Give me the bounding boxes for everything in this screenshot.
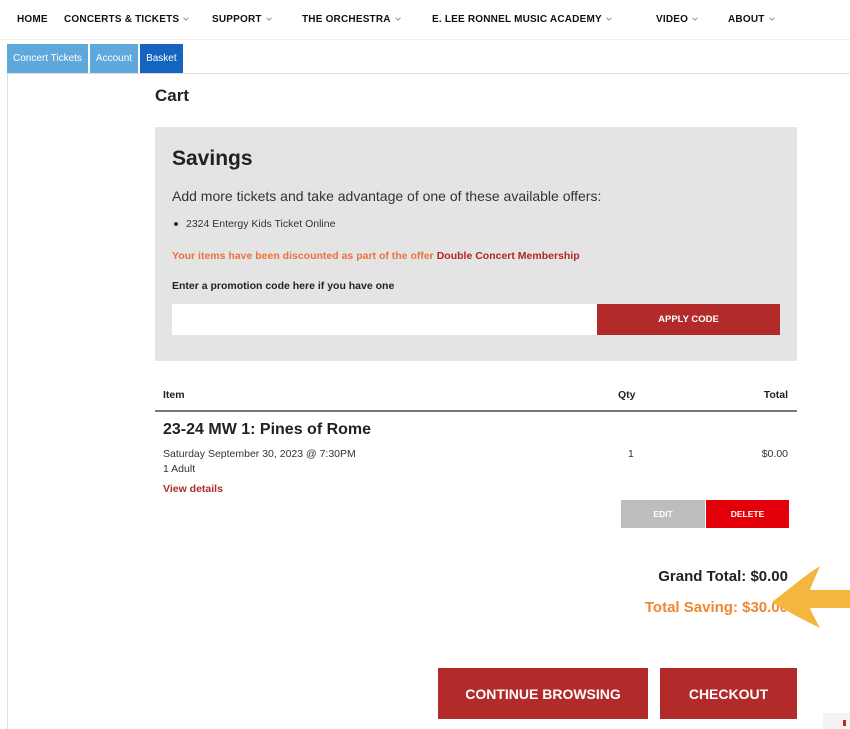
nav-item-label: CONCERTS & TICKETS (64, 14, 180, 25)
delete-button[interactable]: DELETE (706, 500, 789, 528)
tab-divider (7, 73, 850, 74)
recaptcha-badge[interactable] (823, 713, 850, 729)
top-navigation: HOME CONCERTS & TICKETS SUPPORT THE ORCH… (0, 0, 850, 40)
account-tabs: Concert Tickets Account Basket (7, 44, 185, 73)
continue-browsing-button[interactable]: CONTINUE BROWSING (438, 668, 648, 719)
ticket-type: 1 Adult (163, 463, 196, 475)
chevron-down-icon (606, 15, 612, 21)
nav-item-label: VIDEO (656, 14, 689, 25)
page-title: Cart (155, 86, 190, 105)
nav-item-label: HOME (17, 14, 48, 25)
arrow-left-icon (772, 566, 850, 628)
tab-basket[interactable]: Basket (140, 44, 183, 73)
grand-total: Grand Total: $0.00 (560, 568, 788, 585)
discount-text: Your items have been discounted as part … (172, 250, 434, 262)
nav-item-video[interactable]: VIDEO (656, 14, 728, 25)
column-header-item: Item (163, 389, 185, 401)
offer-label: 2324 Entergy Kids Ticket Online (186, 218, 336, 230)
total-saving-label: Total Saving: (644, 599, 738, 616)
offer-list-item: 2324 Entergy Kids Ticket Online (174, 218, 335, 230)
table-header-divider (155, 410, 797, 412)
chevron-down-icon (692, 15, 698, 21)
checkout-button[interactable]: CHECKOUT (660, 668, 797, 719)
nav-item-label: E. LEE RONNEL MUSIC ACADEMY (432, 14, 602, 25)
grand-total-label: Grand Total: (658, 568, 747, 585)
savings-lead-text: Add more tickets and take advantage of o… (172, 188, 602, 204)
tab-account[interactable]: Account (89, 44, 139, 73)
nav-item-label: ABOUT (728, 14, 765, 25)
savings-title: Savings (172, 147, 253, 170)
nav-item-the-orchestra[interactable]: THE ORCHESTRA (302, 14, 432, 25)
nav-item-label: THE ORCHESTRA (302, 14, 391, 25)
event-date: Saturday September 30, 2023 @ 7:30PM (163, 448, 356, 460)
discount-offer-name: Double Concert Membership (436, 250, 580, 262)
bullet-icon (174, 222, 178, 226)
chevron-down-icon (183, 15, 190, 21)
content-left-border (7, 73, 8, 729)
savings-panel: Savings Add more tickets and take advant… (155, 127, 797, 361)
nav-item-support[interactable]: SUPPORT (212, 14, 302, 25)
edit-button[interactable]: EDIT (621, 500, 705, 528)
nav-item-about[interactable]: ABOUT (728, 14, 788, 25)
total-saving: Total Saving: $30.00 (560, 599, 788, 616)
chevron-down-icon (768, 15, 775, 21)
column-header-total: Total (763, 389, 788, 401)
nav-item-music-academy[interactable]: E. LEE RONNEL MUSIC ACADEMY (432, 14, 656, 25)
item-quantity: 1 (628, 448, 634, 460)
event-title: 23-24 MW 1: Pines of Rome (163, 421, 372, 438)
promo-code-input[interactable] (172, 304, 597, 335)
view-details-link[interactable]: View details (163, 483, 223, 495)
badge-mark-icon (843, 720, 846, 726)
item-total: $0.00 (761, 448, 788, 460)
chevron-down-icon (265, 15, 272, 21)
apply-code-button[interactable]: APPLY CODE (597, 304, 780, 335)
column-header-qty: Qty (618, 389, 636, 401)
nav-item-concerts-tickets[interactable]: CONCERTS & TICKETS (64, 14, 212, 25)
discount-notice: Your items have been discounted as part … (172, 250, 580, 262)
promo-code-label: Enter a promotion code here if you have … (172, 280, 395, 292)
nav-item-home[interactable]: HOME (17, 14, 64, 25)
nav-item-label: SUPPORT (212, 14, 262, 25)
tab-concert-tickets[interactable]: Concert Tickets (7, 44, 88, 73)
chevron-down-icon (394, 15, 401, 21)
